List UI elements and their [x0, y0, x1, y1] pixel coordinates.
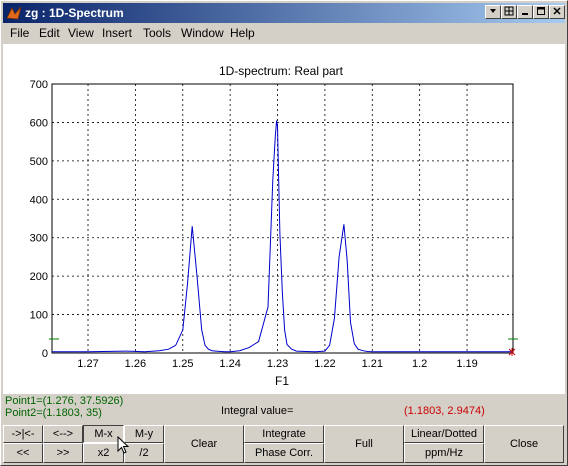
matlab-figure-window: zg : 1D-Spectrum File Edit View Insert T… [0, 0, 568, 466]
plot-canvas: 1D-spectrum: Real part 1.27 1.26 1.25 1.24 1… [3, 44, 565, 394]
y-tick-label: 600 [30, 117, 48, 129]
y-tick-label: 300 [30, 233, 48, 245]
x-tick-label: 1.26 [125, 358, 146, 370]
y-tick-label: 700 [30, 79, 48, 91]
plot-axes-frame [51, 83, 514, 354]
y-tick-label: 0 [42, 348, 48, 360]
y-tick-label: 500 [30, 156, 48, 168]
x-tick-label: 1.24 [219, 358, 240, 370]
mouse-cursor-icon [117, 436, 129, 454]
dock-arrow-button[interactable] [485, 5, 501, 19]
integrate-button[interactable]: Integrate [244, 425, 324, 443]
integral-label: Integral value= [221, 405, 294, 417]
pan-left-button[interactable]: ->|<- [3, 425, 43, 443]
scroll-left-button[interactable]: << [3, 443, 43, 463]
menu-file[interactable]: File [10, 26, 29, 40]
close-button[interactable]: Close [484, 425, 564, 463]
series-layer [52, 120, 513, 353]
dropdown-arrow-icon [490, 9, 496, 13]
minimize-button[interactable] [517, 5, 533, 19]
menu-tools[interactable]: Tools [143, 26, 171, 40]
menu-bar: File Edit View Insert Tools Window Help [3, 24, 565, 43]
x-tick-label: 1.2 [412, 358, 427, 370]
title-bar[interactable]: zg : 1D-Spectrum [3, 3, 565, 23]
integral-value: (1.1803, 2.9474) [404, 405, 485, 417]
y-tick-label: 100 [30, 310, 48, 322]
matlab-logo-icon [6, 6, 22, 20]
linear-dotted-button[interactable]: Linear/Dotted [404, 425, 484, 443]
phase-corr-button[interactable]: Phase Corr. [244, 443, 324, 463]
menu-insert[interactable]: Insert [102, 26, 132, 40]
close-icon [553, 7, 561, 15]
grid-icon-button[interactable] [501, 5, 517, 19]
grid-lines [52, 83, 513, 354]
my-button[interactable]: M-y [124, 425, 164, 443]
full-button[interactable]: Full [324, 425, 404, 463]
point2-readout: Point2=(1.1803, 35) [5, 407, 102, 419]
chart-title: 1D-spectrum: Real part [219, 64, 344, 78]
y-tick-label: 200 [30, 271, 48, 283]
minimize-icon [522, 13, 528, 15]
scroll-right-button[interactable]: >> [43, 443, 83, 463]
menu-view[interactable]: View [68, 26, 94, 40]
x-tick-label: 1.21 [362, 358, 383, 370]
pan-out-button[interactable]: <--> [43, 425, 83, 443]
x-tick-label: 1.27 [77, 358, 98, 370]
clear-button[interactable]: Clear [164, 425, 244, 463]
x-tick-label: 1.19 [456, 358, 477, 370]
close-window-button[interactable] [549, 5, 565, 19]
point1-readout: Point1=(1.276, 37.5926) [5, 395, 124, 407]
zoom-half-button[interactable]: /2 [124, 443, 164, 463]
x-axis-label: F1 [275, 374, 289, 388]
grid-icon [504, 6, 514, 16]
window-title: zg : 1D-Spectrum [25, 6, 124, 20]
menu-edit[interactable]: Edit [39, 26, 60, 40]
x-tick-label: 1.22 [314, 358, 335, 370]
y-tick-label: 400 [30, 194, 48, 206]
menu-help[interactable]: Help [230, 26, 255, 40]
spectrum-series-line [52, 120, 513, 353]
maximize-icon [537, 7, 545, 15]
spectrum-chart[interactable]: 1D-spectrum: Real part 1.27 1.26 1.25 1.24 1… [3, 44, 565, 394]
maximize-button[interactable] [533, 5, 549, 19]
x-tick-label: 1.23 [267, 358, 288, 370]
menu-window[interactable]: Window [181, 26, 224, 40]
ppm-hz-button[interactable]: ppm/Hz [404, 443, 484, 463]
x-tick-label: 1.25 [172, 358, 193, 370]
